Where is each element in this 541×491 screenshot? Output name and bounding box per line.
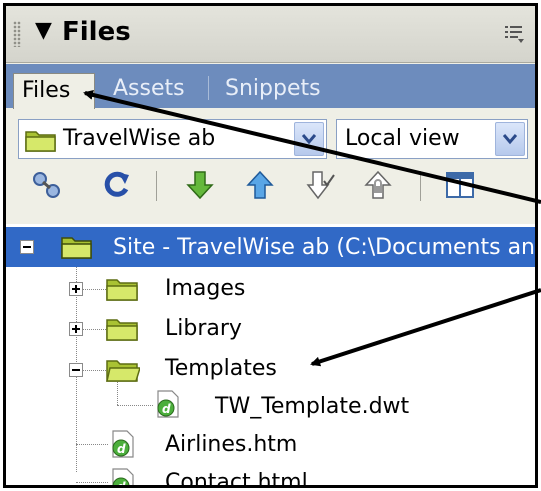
callout-arrow-files-tab (83, 89, 541, 204)
callout-arrows (83, 89, 541, 367)
callout-arrow-templates (310, 288, 541, 367)
